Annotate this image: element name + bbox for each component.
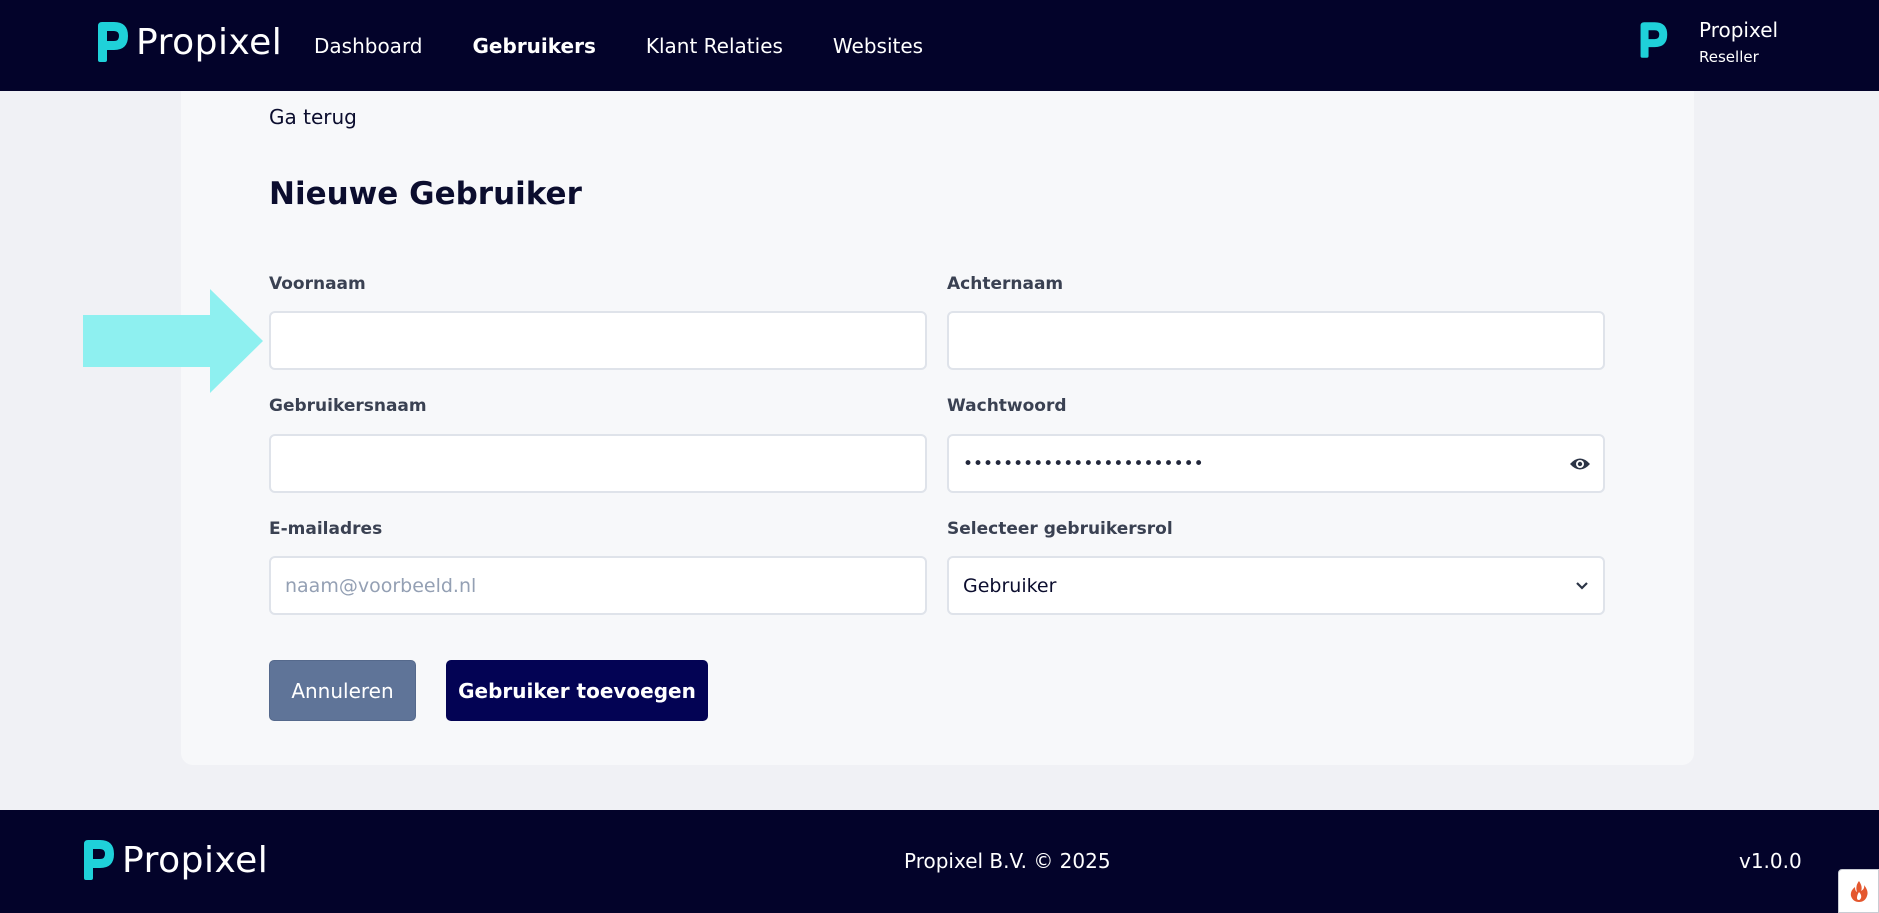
nav-gebruikers[interactable]: Gebruikers bbox=[473, 34, 596, 58]
last-name-input[interactable] bbox=[947, 311, 1605, 370]
email-placeholder: naam@voorbeeld.nl bbox=[285, 574, 477, 597]
user-name: Propixel bbox=[1699, 18, 1779, 42]
footer-logo-wordmark: Propixel bbox=[122, 839, 269, 881]
username-input[interactable] bbox=[269, 434, 927, 493]
add-user-button[interactable]: Gebruiker toevoegen bbox=[446, 660, 708, 721]
password-value: •••••••••••••••••••••••• bbox=[963, 453, 1204, 474]
email-label: E-mailadres bbox=[269, 519, 383, 539]
main-nav: Dashboard Gebruikers Klant Relaties Webs… bbox=[314, 0, 923, 91]
top-navbar: Propixel Dashboard Gebruikers Klant Rela… bbox=[0, 0, 1879, 91]
cancel-button[interactable]: Annuleren bbox=[269, 660, 416, 721]
footer-copyright: Propixel B.V. © 2025 bbox=[904, 849, 1111, 873]
user-info: Propixel Reseller bbox=[1699, 16, 1778, 68]
logo-wordmark: Propixel bbox=[136, 21, 283, 63]
user-role: Reseller bbox=[1699, 48, 1759, 66]
password-label: Wachtwoord bbox=[947, 396, 1067, 416]
propixel-logo-icon bbox=[84, 840, 114, 880]
chevron-down-icon bbox=[1576, 582, 1588, 590]
nav-websites[interactable]: Websites bbox=[833, 34, 923, 58]
nav-klant-relaties[interactable]: Klant Relaties bbox=[646, 34, 783, 58]
last-name-label: Achternaam bbox=[947, 274, 1064, 294]
header-logo[interactable]: Propixel bbox=[94, 20, 282, 64]
eye-icon[interactable] bbox=[1569, 454, 1591, 474]
user-menu[interactable]: Propixel Reseller bbox=[1637, 16, 1778, 68]
username-label: Gebruikersnaam bbox=[269, 396, 427, 416]
role-label: Selecteer gebruikersrol bbox=[947, 519, 1173, 539]
password-input[interactable]: •••••••••••••••••••••••• bbox=[947, 434, 1605, 493]
back-link[interactable]: Ga terug bbox=[269, 105, 357, 129]
pointer-arrow-icon bbox=[83, 289, 263, 393]
user-avatar-logo-icon bbox=[1640, 22, 1668, 58]
footer-version: v1.0.0 bbox=[1739, 849, 1802, 873]
first-name-input[interactable] bbox=[269, 311, 927, 370]
email-input[interactable]: naam@voorbeeld.nl bbox=[269, 556, 927, 615]
debug-widget[interactable] bbox=[1838, 869, 1879, 913]
propixel-logo-icon bbox=[98, 22, 128, 62]
role-selected-value: Gebruiker bbox=[963, 574, 1057, 597]
first-name-label: Voornaam bbox=[269, 274, 366, 294]
footer-logo[interactable]: Propixel bbox=[80, 838, 268, 882]
nav-dashboard[interactable]: Dashboard bbox=[314, 34, 423, 58]
role-select[interactable]: Gebruiker bbox=[947, 556, 1605, 615]
flame-icon bbox=[1850, 881, 1868, 902]
page-title: Nieuwe Gebruiker bbox=[269, 176, 582, 212]
